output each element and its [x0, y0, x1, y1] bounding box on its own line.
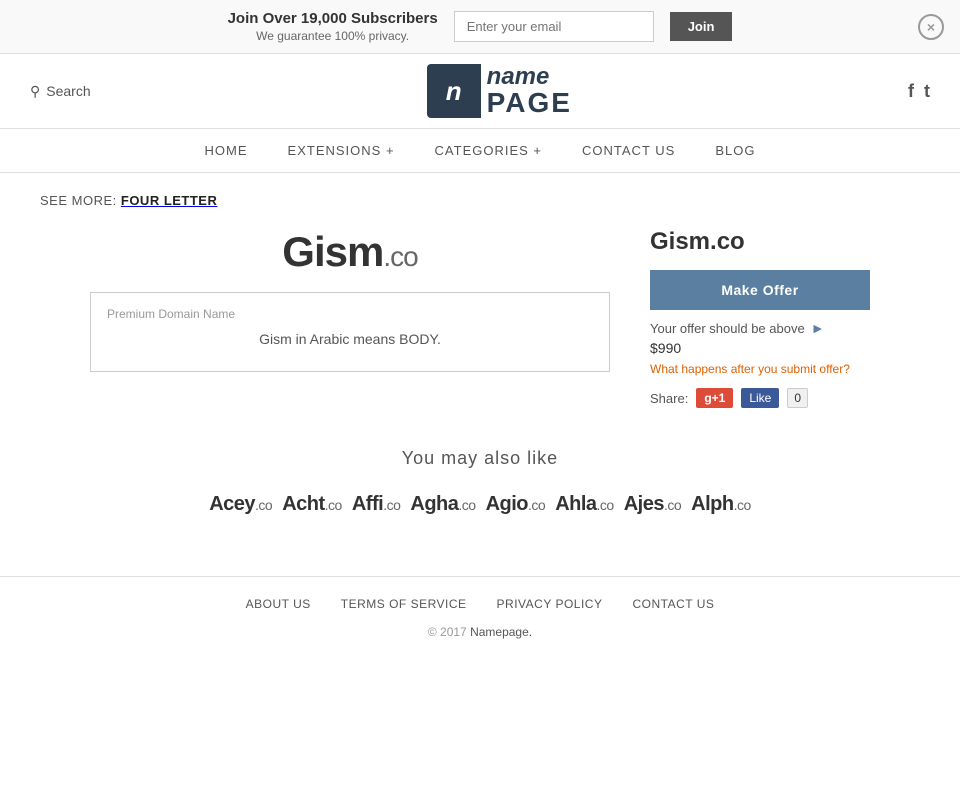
- nav-categories[interactable]: CATEGORIES +: [435, 143, 542, 158]
- similar-domain-4[interactable]: Agio.co: [486, 493, 546, 516]
- facebook-like-button[interactable]: Like: [741, 388, 779, 408]
- search-trigger[interactable]: ⚲ Search: [30, 83, 91, 100]
- share-label: Share:: [650, 391, 688, 406]
- similar-domain-7[interactable]: Alph.co: [691, 493, 751, 516]
- similar-domain-tld-6: .co: [664, 497, 681, 513]
- domain-info-box: Premium Domain Name Gism in Arabic means…: [90, 292, 610, 372]
- make-offer-button[interactable]: Make Offer: [650, 270, 870, 310]
- domain-right-panel: Gism.co Make Offer Your offer should be …: [650, 228, 870, 408]
- search-icon: ⚲: [30, 83, 40, 100]
- banner-text: Join Over 19,000 Subscribers We guarante…: [228, 10, 438, 43]
- footer-links: ABOUT US TERMS OF SERVICE PRIVACY POLICY…: [40, 597, 920, 611]
- facebook-like-count: 0: [787, 388, 808, 408]
- banner-email-input[interactable]: [454, 11, 654, 42]
- search-label: Search: [46, 83, 90, 99]
- similar-domain-name-7: Alph: [691, 493, 733, 515]
- main-nav: HOME EXTENSIONS + CATEGORIES + CONTACT U…: [0, 129, 960, 173]
- footer-copy-year: © 2017: [428, 625, 467, 639]
- similar-domain-name-6: Ajes: [624, 493, 664, 515]
- domain-name-large: Gism: [282, 228, 383, 275]
- nav-contact[interactable]: CONTACT US: [582, 143, 675, 158]
- similar-domain-name-4: Agio: [486, 493, 528, 515]
- similar-domain-1[interactable]: Acht.co: [282, 493, 342, 516]
- top-banner: Join Over 19,000 Subscribers We guarante…: [0, 0, 960, 54]
- domain-left-panel: Gism.co Premium Domain Name Gism in Arab…: [90, 228, 610, 372]
- similar-domain-tld-7: .co: [734, 497, 751, 513]
- domain-tld-large: .co: [383, 241, 417, 272]
- share-row: Share: g+1 Like 0: [650, 388, 870, 408]
- see-more-label: See more:: [40, 193, 117, 208]
- similar-domain-tld-5: .co: [597, 497, 614, 513]
- logo-icon-box: n: [427, 64, 481, 118]
- logo-icon-char: n: [446, 76, 462, 107]
- domain-logo-large: Gism.co: [90, 228, 610, 276]
- domain-info-desc: Gism in Arabic means BODY.: [107, 331, 593, 347]
- banner-join-button[interactable]: Join: [670, 12, 733, 41]
- main-content: See more: FOUR LETTER Gism.co Premium Do…: [0, 173, 960, 576]
- banner-main-text: Join Over 19,000 Subscribers: [228, 10, 438, 27]
- similar-domain-tld-3: .co: [458, 497, 475, 513]
- footer-link-privacy[interactable]: PRIVACY POLICY: [497, 597, 603, 611]
- see-more-link[interactable]: FOUR LETTER: [121, 193, 218, 208]
- logo-text: name PAGE: [481, 65, 572, 117]
- offer-price: $990: [650, 340, 870, 356]
- similar-domain-name-2: Affi: [352, 493, 383, 515]
- logo-page: PAGE: [487, 89, 572, 117]
- similar-domain-name-1: Acht: [282, 493, 324, 515]
- similar-domains-list: Acey.co Acht.co Affi.co Agha.co Agio.co …: [40, 493, 920, 516]
- breadcrumb: See more: FOUR LETTER: [40, 193, 920, 208]
- offer-info: Your offer should be above ►: [650, 320, 870, 336]
- similar-domain-tld-2: .co: [383, 497, 400, 513]
- twitter-link[interactable]: t: [924, 81, 930, 102]
- domain-section: Gism.co Premium Domain Name Gism in Arab…: [40, 228, 920, 408]
- similar-domain-tld-1: .co: [325, 497, 342, 513]
- domain-name-heading: Gism.co: [650, 228, 870, 256]
- offer-above-label: Your offer should be above: [650, 321, 805, 336]
- logo-name: name: [487, 65, 572, 89]
- nav-home[interactable]: HOME: [205, 143, 248, 158]
- similar-domain-name-3: Agha: [410, 493, 458, 515]
- you-may-like-heading: You may also like: [40, 448, 920, 469]
- similar-domain-6[interactable]: Ajes.co: [624, 493, 681, 516]
- offer-arrow-icon: ►: [811, 320, 825, 336]
- banner-close-button[interactable]: ×: [918, 14, 944, 40]
- domain-info-label: Premium Domain Name: [107, 307, 593, 321]
- footer-copy-link[interactable]: Namepage.: [470, 625, 532, 639]
- you-may-like-section: You may also like: [40, 448, 920, 469]
- facebook-link[interactable]: f: [908, 81, 914, 102]
- footer-link-contact[interactable]: CONTACT US: [632, 597, 714, 611]
- what-happens-link[interactable]: What happens after you submit offer?: [650, 362, 870, 376]
- similar-domain-tld-4: .co: [528, 497, 545, 513]
- see-more-link-text: FOUR LETTER: [121, 193, 218, 208]
- similar-domain-name-5: Ahla: [555, 493, 596, 515]
- site-logo: n name PAGE: [427, 64, 572, 118]
- footer-link-about[interactable]: ABOUT US: [246, 597, 311, 611]
- nav-blog[interactable]: BLOG: [715, 143, 755, 158]
- similar-domain-3[interactable]: Agha.co: [410, 493, 475, 516]
- similar-domain-name-0: Acey: [209, 493, 255, 515]
- similar-domain-tld-0: .co: [255, 497, 272, 513]
- social-links: f t: [908, 81, 930, 102]
- similar-domain-0[interactable]: Acey.co: [209, 493, 272, 516]
- similar-domain-5[interactable]: Ahla.co: [555, 493, 614, 516]
- nav-extensions[interactable]: EXTENSIONS +: [288, 143, 395, 158]
- footer-copyright: © 2017 Namepage.: [40, 625, 920, 639]
- site-header: ⚲ Search n name PAGE f t: [0, 54, 960, 129]
- gplus-button[interactable]: g+1: [696, 388, 733, 408]
- footer-link-terms[interactable]: TERMS OF SERVICE: [341, 597, 467, 611]
- site-footer: ABOUT US TERMS OF SERVICE PRIVACY POLICY…: [0, 576, 960, 659]
- banner-sub-text: We guarantee 100% privacy.: [228, 29, 438, 43]
- similar-domain-2[interactable]: Affi.co: [352, 493, 401, 516]
